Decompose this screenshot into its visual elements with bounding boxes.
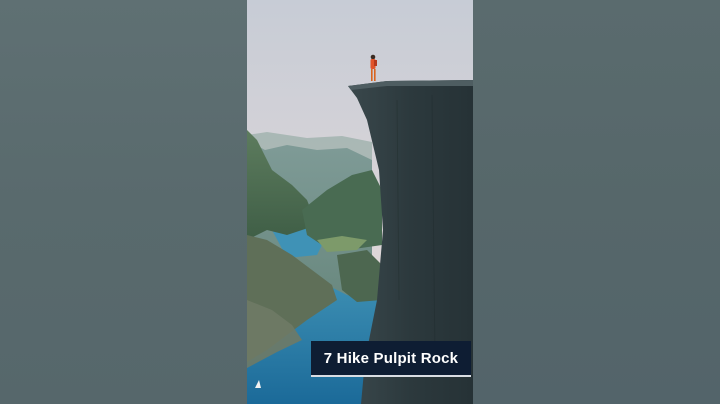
- right-blurred-pillar: [473, 0, 720, 404]
- left-blurred-pillar: [0, 0, 247, 404]
- caption-text: 7 Hike Pulpit Rock: [323, 349, 459, 367]
- video-frame: 7 Hike Pulpit Rock: [0, 0, 720, 404]
- title-caption: 7 Hike Pulpit Rock: [311, 341, 471, 377]
